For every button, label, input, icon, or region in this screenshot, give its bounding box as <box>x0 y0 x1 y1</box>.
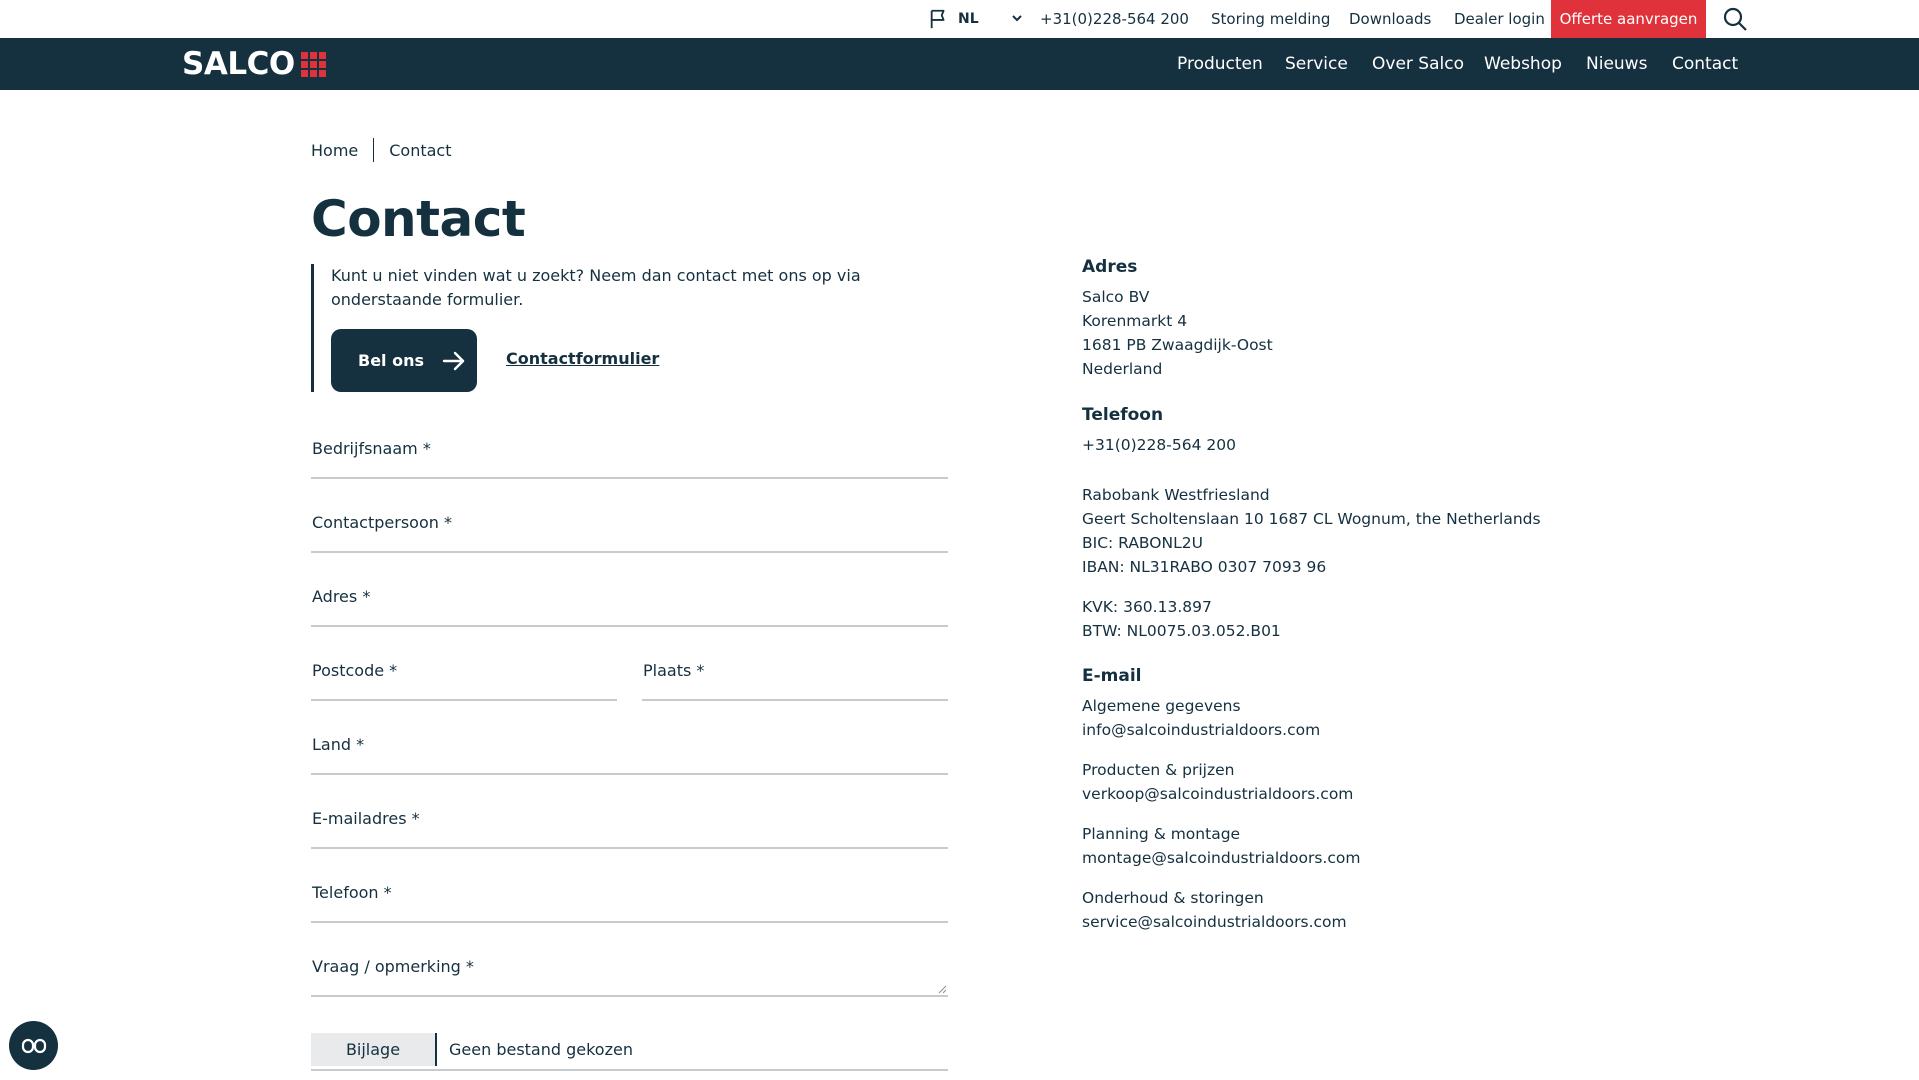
attachment-status: Geen bestand gekozen <box>449 1040 633 1059</box>
btw-line: BTW: NL0075.03.052.B01 <box>1082 622 1281 640</box>
email-address[interactable]: montage@salcoindustrialdoors.com <box>1082 846 1360 870</box>
email-label: E-mailadres * <box>312 809 420 828</box>
address-line: Korenmarkt 4 <box>1082 312 1188 330</box>
postcode-field[interactable]: Postcode * <box>311 661 617 701</box>
phone-number[interactable]: +31(0)228-564 200 <box>1082 433 1236 457</box>
utility-bar: NL +31(0)228-564 200 Storing melding Dow… <box>0 0 1919 38</box>
salco-logo[interactable]: SALCO <box>182 46 326 82</box>
logo-text: SALCO <box>182 46 295 82</box>
language-label: NL <box>958 11 979 27</box>
phone-field[interactable]: Telefoon * <box>311 883 948 923</box>
call-us-button[interactable]: Bel ons <box>331 329 477 392</box>
address-label: Adres * <box>312 587 371 606</box>
address-section: Adres Salco BV Korenmarkt 4 1681 PB Zwaa… <box>1082 257 1273 381</box>
email-address[interactable]: verkoop@salcoindustrialdoors.com <box>1082 782 1360 806</box>
country-field[interactable]: Land * <box>311 735 948 775</box>
nav-producten[interactable]: Producten <box>1177 38 1263 90</box>
city-label: Plaats * <box>643 661 705 680</box>
search-icon[interactable] <box>1722 6 1748 32</box>
address-line: Nederland <box>1082 360 1163 378</box>
city-field[interactable]: Plaats * <box>642 661 948 701</box>
arrow-right-icon <box>442 351 465 371</box>
postcode-label: Postcode * <box>312 661 398 680</box>
email-section: E-mail Algemene gegevens info@salcoindus… <box>1082 666 1360 934</box>
topbar-phone-link[interactable]: +31(0)228-564 200 <box>1040 0 1189 38</box>
breadcrumb-separator <box>373 138 375 162</box>
address-field[interactable]: Adres * <box>311 587 948 627</box>
email-heading: E-mail <box>1082 666 1142 686</box>
quote-request-button[interactable]: Offerte aanvragen <box>1551 0 1706 38</box>
contact-person-field[interactable]: Contactpersoon * <box>311 513 948 553</box>
email-label: Algemene gegevens <box>1082 697 1241 715</box>
chevron-down-icon[interactable] <box>1010 11 1024 25</box>
nav-webshop[interactable]: Webshop <box>1484 38 1562 90</box>
phone-label: Telefoon * <box>312 883 392 902</box>
page-title: Contact <box>311 190 526 248</box>
nav-contact[interactable]: Contact <box>1672 38 1738 90</box>
question-textarea[interactable]: Vraag / opmerking * <box>311 957 948 997</box>
address-line: 1681 PB Zwaagdijk-Oost <box>1082 336 1273 354</box>
company-field[interactable]: Bedrijfsnaam * <box>311 439 948 479</box>
phone-heading: Telefoon <box>1082 405 1164 425</box>
country-label: Land * <box>312 735 365 754</box>
attachment-button[interactable]: Bijlage <box>311 1033 437 1066</box>
email-field[interactable]: E-mailadres * <box>311 809 948 849</box>
breadcrumb-home[interactable]: Home <box>311 141 358 160</box>
logo-grid-icon <box>300 51 326 77</box>
dealer-login-link[interactable]: Dealer login <box>1454 0 1545 38</box>
email-address[interactable]: service@salcoindustrialdoors.com <box>1082 910 1360 934</box>
email-label: Producten & prijzen <box>1082 761 1235 779</box>
flag-icon <box>930 9 945 29</box>
storing-melding-link[interactable]: Storing melding <box>1211 0 1330 38</box>
bank-line: BIC: RABONL2U <box>1082 534 1203 552</box>
resize-grip-icon[interactable] <box>937 984 947 994</box>
nav-nieuws[interactable]: Nieuws <box>1586 38 1647 90</box>
accessibility-button[interactable] <box>9 1021 58 1070</box>
language-selector[interactable]: NL <box>928 0 979 38</box>
accessibility-icon <box>21 1038 46 1053</box>
breadcrumb: Home Contact <box>311 138 452 162</box>
nav-over-salco[interactable]: Over Salco <box>1372 38 1464 90</box>
address-heading: Adres <box>1082 257 1138 277</box>
bank-section: Rabobank Westfriesland Geert Scholtensla… <box>1082 483 1541 579</box>
contact-form-link[interactable]: Contactformulier <box>506 349 659 368</box>
bank-line: Rabobank Westfriesland <box>1082 486 1270 504</box>
downloads-link[interactable]: Downloads <box>1349 0 1431 38</box>
email-address[interactable]: info@salcoindustrialdoors.com <box>1082 718 1360 742</box>
address-line: Salco BV <box>1082 288 1150 306</box>
main-navigation: SALCO Producten Service Over Salco Websh… <box>0 38 1919 90</box>
intro-text: Kunt u niet vinden wat u zoekt? Neem dan… <box>331 266 861 309</box>
email-label: Onderhoud & storingen <box>1082 889 1264 907</box>
company-label: Bedrijfsnaam * <box>312 439 431 458</box>
registration-section: KVK: 360.13.897 BTW: NL0075.03.052.B01 <box>1082 595 1281 643</box>
attachment-field: Bijlage Geen bestand gekozen <box>311 1033 948 1071</box>
kvk-line: KVK: 360.13.897 <box>1082 598 1212 616</box>
email-label: Planning & montage <box>1082 825 1241 843</box>
bank-line: IBAN: NL31RABO 0307 7093 96 <box>1082 558 1327 576</box>
breadcrumb-current: Contact <box>389 140 452 160</box>
contact-person-label: Contactpersoon * <box>312 513 452 532</box>
question-label: Vraag / opmerking * <box>312 957 474 976</box>
call-us-label: Bel ons <box>358 351 425 370</box>
intro-block: Kunt u niet vinden wat u zoekt? Neem dan… <box>311 264 951 392</box>
nav-service[interactable]: Service <box>1285 38 1348 90</box>
phone-section: Telefoon +31(0)228-564 200 <box>1082 405 1236 457</box>
bank-line: Geert Scholtenslaan 10 1687 CL Wognum, t… <box>1082 510 1541 528</box>
